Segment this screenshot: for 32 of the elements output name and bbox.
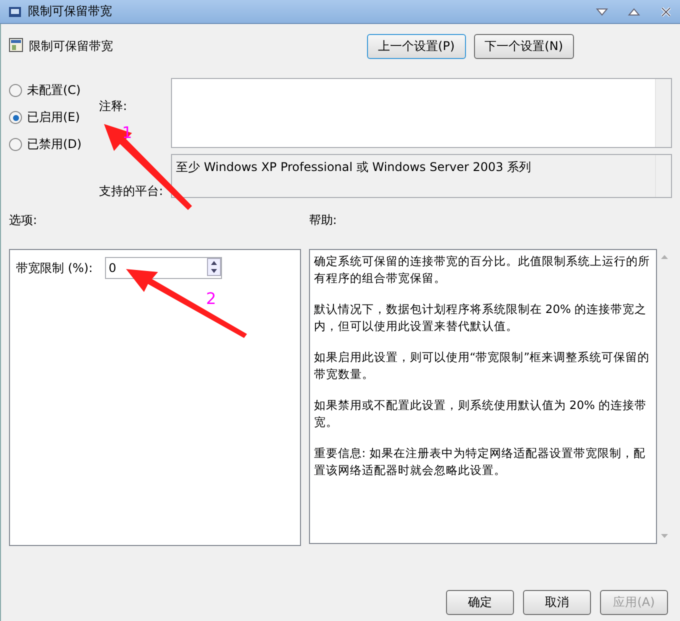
- close-icon[interactable]: [660, 6, 672, 18]
- cancel-button[interactable]: 取消: [523, 590, 591, 615]
- comment-label: 注释:: [99, 98, 128, 115]
- spin-arrows-icon[interactable]: [206, 258, 221, 276]
- options-label: 选项:: [9, 212, 38, 229]
- help-paragraph: 重要信息: 如果在注册表中为特定网络适配器设置带宽限制，配置该网络适配器时就会忽略此设置。: [314, 445, 646, 479]
- help-label: 帮助:: [308, 212, 338, 229]
- window-title: 限制可保留带宽: [28, 3, 113, 20]
- help-paragraph: 确定系统可保留的连接带宽的百分比。此值限制系统上运行的所有程序的组合带宽保留。: [314, 253, 651, 287]
- policy-icon: [9, 38, 23, 52]
- bandwidth-spin-field[interactable]: 0: [104, 257, 222, 279]
- platform-label: 支持的平台:: [99, 183, 164, 200]
- help-paragraph: 如果启用此设置，则可以使用“带宽限制”框来调整系统可保留的带宽数量。: [314, 349, 651, 383]
- setting-title: 限制可保留带宽: [29, 38, 113, 55]
- annotation-number: 2: [206, 289, 216, 308]
- maximize-icon[interactable]: [628, 6, 640, 16]
- next-setting-button[interactable]: 下一个设置(N): [474, 34, 574, 59]
- previous-setting-button[interactable]: 上一个设置(P): [367, 34, 466, 59]
- radio-button[interactable]: [9, 111, 22, 124]
- ok-button[interactable]: 确定: [446, 590, 514, 615]
- field-label: 带宽限制 (%):: [16, 260, 93, 276]
- help-paragraph: 默认情况下，数据包计划程序将系统限制在 20% 的连接带宽之内，但可以使用此设置来替代默认值。: [314, 301, 648, 335]
- radio-option[interactable]: 已启用(E): [9, 109, 99, 126]
- minimize-icon[interactable]: [596, 6, 608, 16]
- radio-button[interactable]: [9, 84, 22, 97]
- radio-button[interactable]: [9, 138, 22, 151]
- radio-option[interactable]: 已禁用(D): [9, 136, 99, 153]
- help-paragraph: 如果禁用或不配置此设置，则系统使用默认值为 20% 的连接带宽。: [314, 397, 648, 431]
- radio-option[interactable]: 未配置(C): [9, 82, 99, 99]
- window-icon: [8, 4, 22, 18]
- comment-field[interactable]: [171, 78, 672, 148]
- platform-field: 至少 Windows XP Professional 或 Windows Server 2003 系列: [171, 154, 672, 198]
